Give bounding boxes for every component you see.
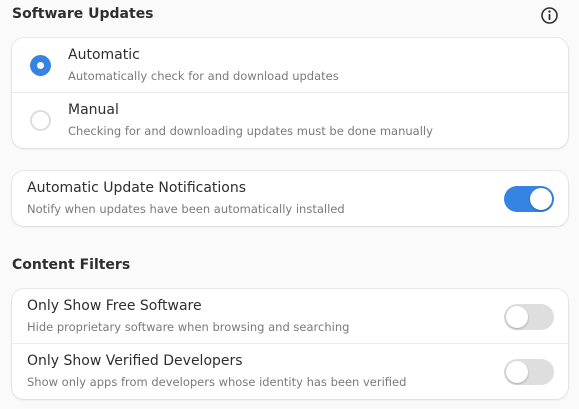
option-description: Automatically check for and download upd… [68,69,339,83]
radio-automatic[interactable] [30,55,51,76]
update-option-manual[interactable]: Manual Checking for and downloading upda… [12,93,568,148]
content-filters-card: Only Show Free Software Hide proprietary… [12,289,568,399]
info-icon[interactable] [540,6,559,25]
verified-developers-filter-row[interactable]: Only Show Verified Developers Show only … [12,344,568,399]
software-updates-heading: Software Updates [12,6,154,22]
row-label: Only Show Free Software [27,298,202,314]
radio-manual[interactable] [30,110,51,131]
row-description: Notify when updates have been automatica… [27,202,345,216]
free-software-switch[interactable] [504,304,554,330]
option-label: Automatic [68,47,140,63]
option-description: Checking for and downloading updates mus… [68,124,433,138]
row-description: Show only apps from developers whose ide… [27,375,407,389]
automatic-update-notifications-row[interactable]: Automatic Update Notifications Notify wh… [12,171,568,226]
verified-developers-switch[interactable] [504,359,554,385]
free-software-filter-row[interactable]: Only Show Free Software Hide proprietary… [12,289,568,344]
switch-knob [506,306,528,328]
row-label: Automatic Update Notifications [27,180,247,196]
update-option-automatic[interactable]: Automatic Automatically check for and do… [12,38,568,93]
content-filters-heading: Content Filters [12,257,131,273]
row-label: Only Show Verified Developers [27,353,243,369]
software-updates-card: Automatic Automatically check for and do… [12,38,568,148]
switch-knob [506,361,528,383]
notifications-switch[interactable] [504,186,554,212]
switch-knob [530,188,552,210]
notifications-card: Automatic Update Notifications Notify wh… [12,171,568,226]
row-description: Hide proprietary software when browsing … [27,320,350,334]
option-label: Manual [68,102,119,118]
